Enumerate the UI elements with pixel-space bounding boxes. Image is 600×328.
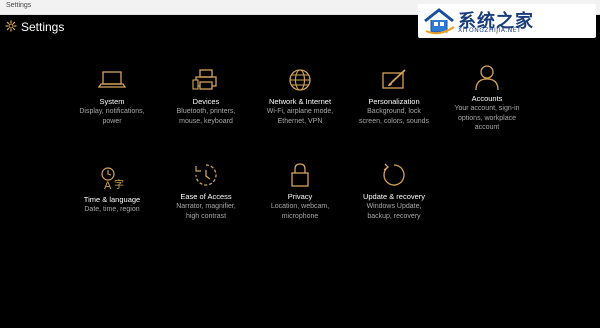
time-language-icon: A 字: [101, 167, 124, 191]
paintbrush-icon: [382, 69, 406, 89]
tile-network-label: Network & Internet: [268, 97, 332, 106]
svg-text:A: A: [104, 180, 112, 191]
tile-ease-of-access-label: Ease of Access: [180, 192, 232, 201]
tile-time-language-label: Time & language: [83, 195, 141, 204]
tile-devices[interactable]: Devices Bluetooth, printers, mouse, keybo…: [154, 65, 258, 126]
tile-ease-of-access-desc: Narrator, magnifier, high contrast: [176, 203, 236, 220]
tile-accounts-label: Accounts: [471, 94, 503, 103]
tile-personalization-label: Personalization: [368, 97, 420, 106]
tile-update-recovery-desc: Windows Update, backup, recovery: [366, 203, 422, 220]
tile-accounts[interactable]: Accounts Your account, sign-in options, w…: [435, 62, 539, 133]
ease-of-access-icon: [195, 164, 217, 186]
tile-privacy[interactable]: Privacy Location, webcam, microphone: [248, 160, 352, 221]
tile-personalization-desc: Background, lock screen, colors, sounds: [358, 108, 430, 125]
tile-update-recovery-label: Update & recovery: [362, 192, 426, 201]
gear-icon: [5, 20, 17, 32]
printer-icon: [192, 69, 217, 90]
tile-ease-of-access[interactable]: Ease of Access Narrator, magnifier, high …: [154, 160, 258, 221]
tile-network[interactable]: Network & Internet Wi-Fi, airplane mode,…: [248, 65, 352, 126]
person-icon: [475, 65, 499, 91]
tile-time-language[interactable]: A 字 Time & language Date, time, region: [60, 163, 164, 215]
window-title: Settings: [6, 2, 32, 9]
globe-icon: [289, 69, 311, 91]
app-header: Settings: [0, 15, 600, 39]
tile-system-label: System: [99, 97, 125, 106]
tile-update-recovery[interactable]: Update & recovery Windows Update, backup,…: [342, 160, 446, 221]
laptop-icon: [97, 71, 127, 88]
tile-privacy-label: Privacy: [287, 192, 313, 201]
tile-personalization[interactable]: Personalization Background, lock screen, …: [342, 65, 446, 126]
tile-devices-label: Devices: [192, 97, 220, 106]
lock-icon: [291, 163, 309, 187]
page-title: Settings: [21, 20, 65, 34]
refresh-icon: [383, 163, 405, 186]
tile-devices-desc: Bluetooth, printers, mouse, keyboard: [176, 108, 236, 125]
tile-accounts-desc: Your account, sign-in options, workplace a…: [454, 105, 520, 131]
tile-system-desc: Display, notifications, power: [79, 108, 145, 125]
tile-system[interactable]: System Display, notifications, power: [60, 65, 164, 126]
tile-time-language-desc: Date, time, region: [84, 206, 140, 213]
tile-privacy-desc: Location, webcam, microphone: [270, 203, 330, 220]
svg-text:字: 字: [114, 178, 124, 191]
tile-network-desc: Wi-Fi, airplane mode, Ethernet, VPN: [266, 108, 334, 125]
